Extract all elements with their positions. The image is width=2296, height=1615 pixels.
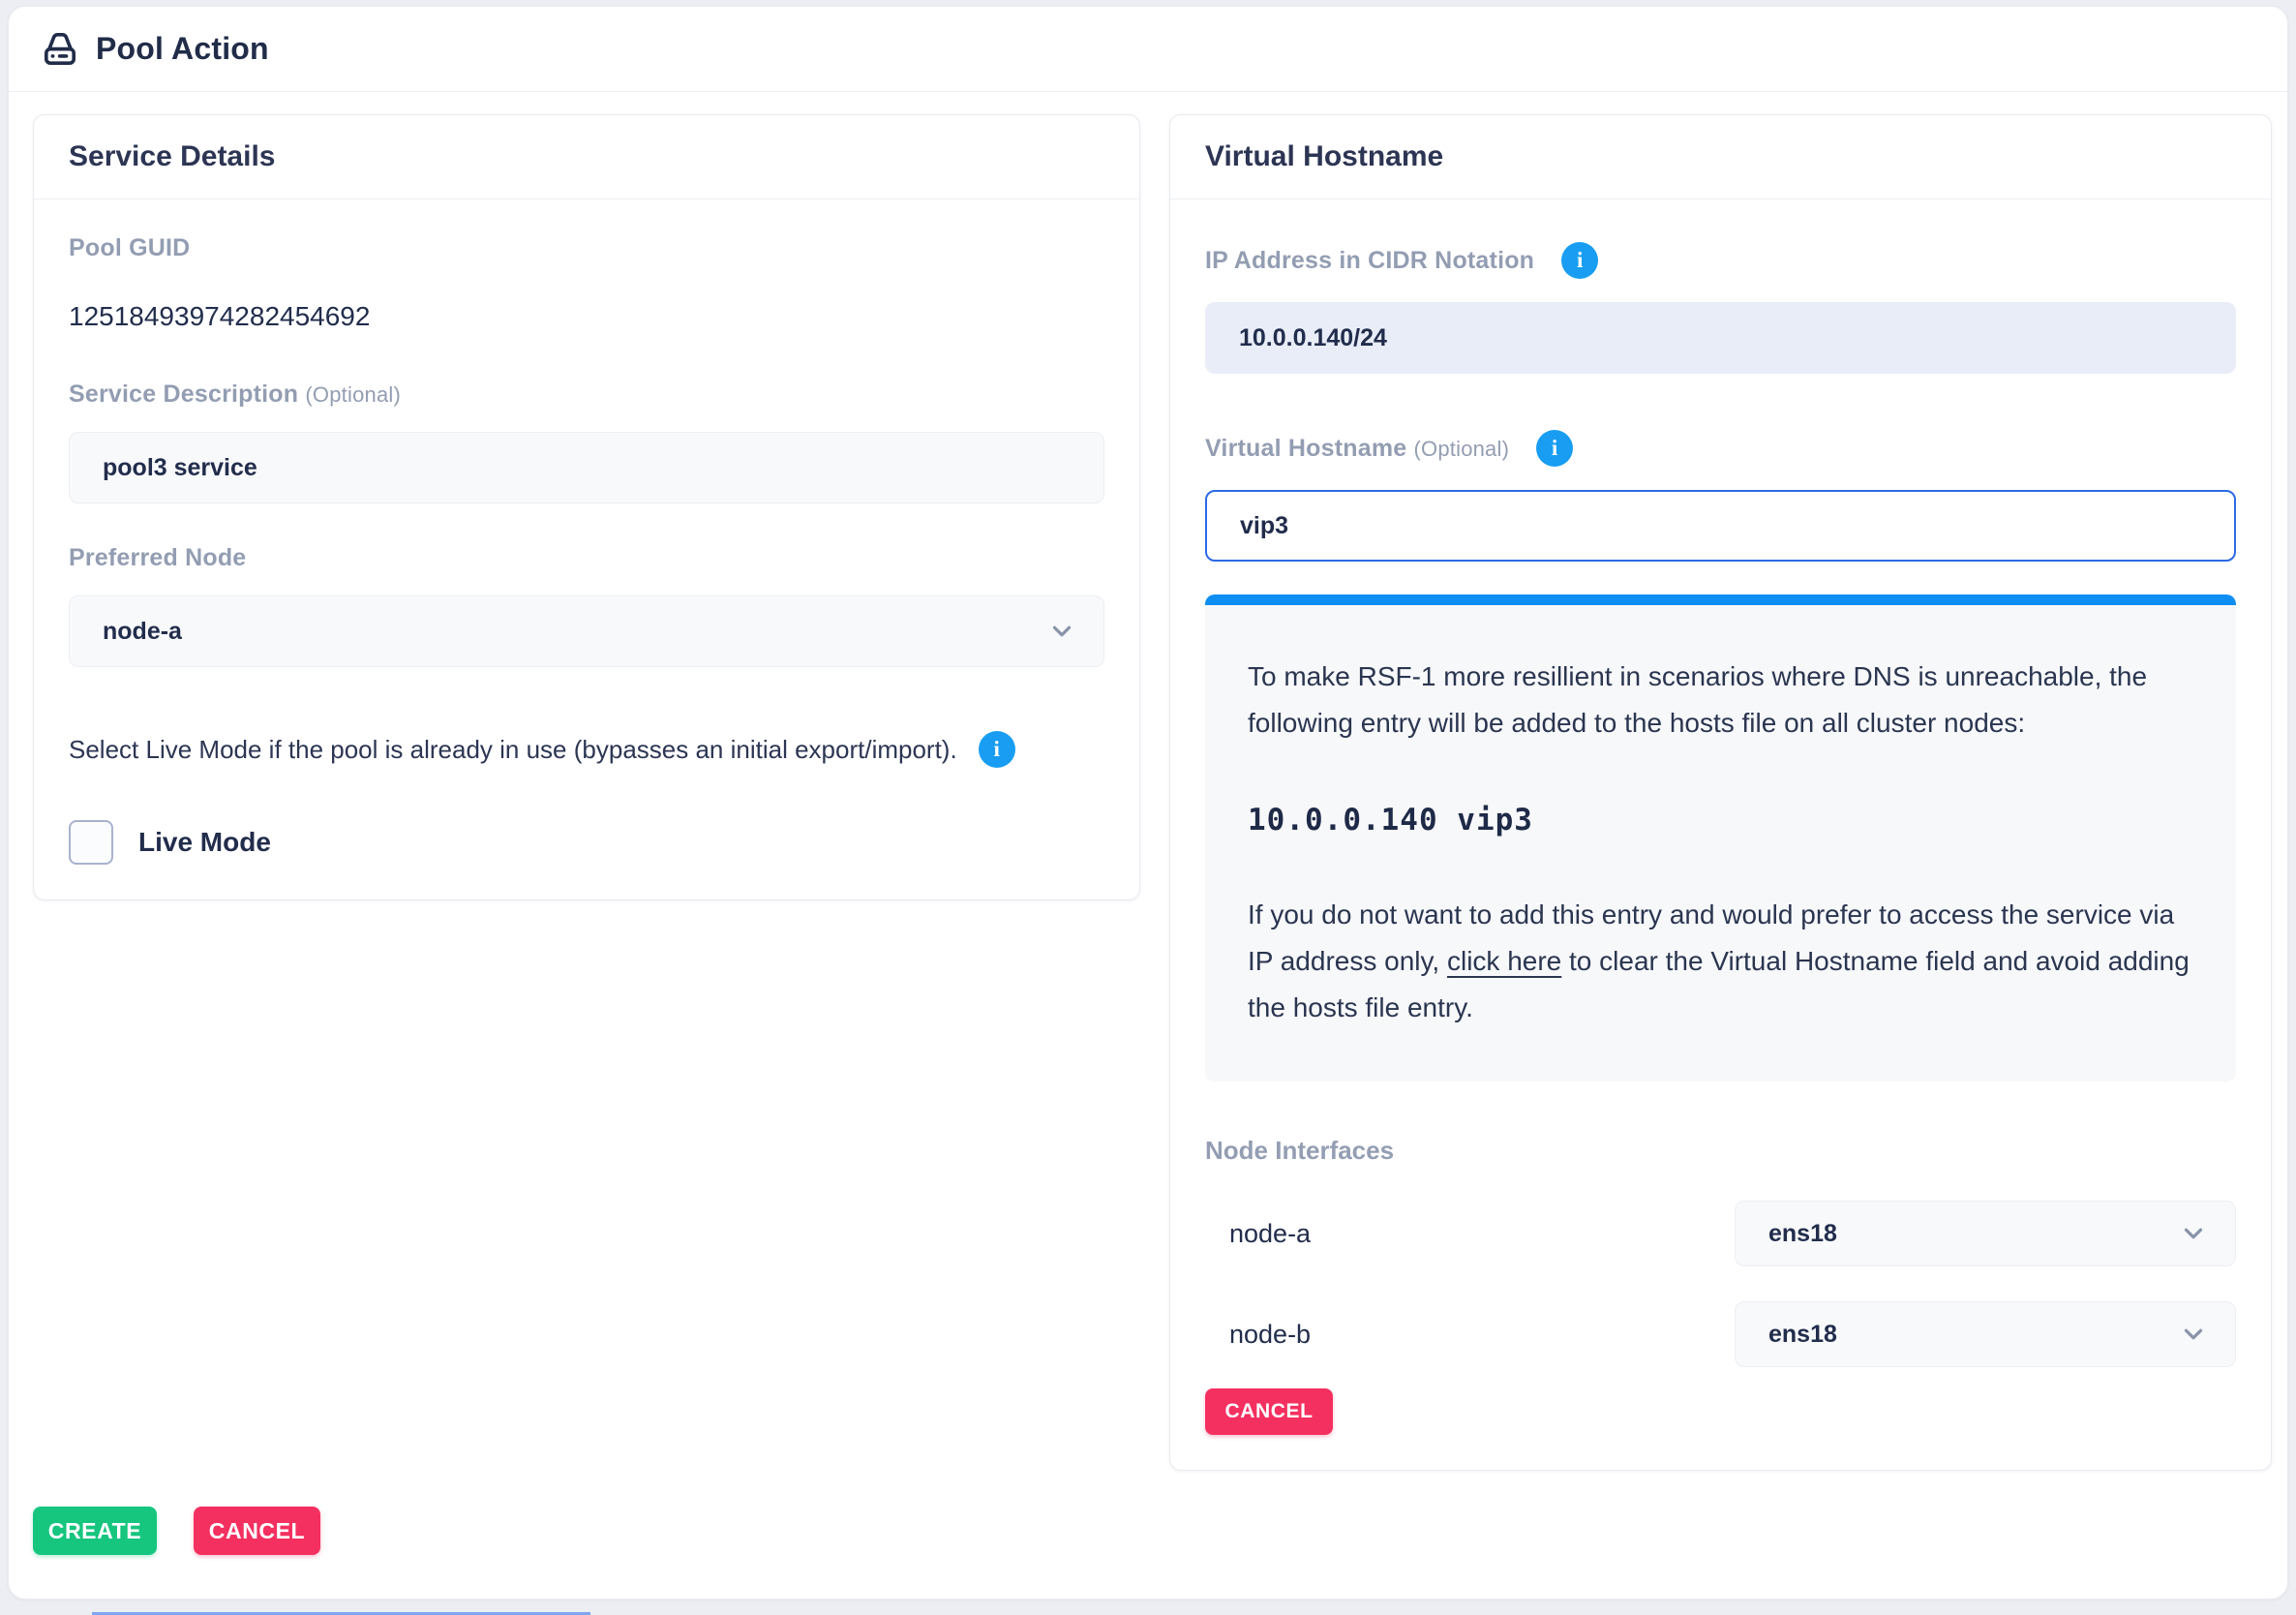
virtual-hostname-card: Virtual Hostname IP Address in CIDR Nota… (1169, 114, 2272, 1471)
node-a-interface-value: ens18 (1768, 1220, 1837, 1248)
preferred-node-value: node-a (103, 618, 182, 646)
virtual-hostname-info-icon[interactable]: i (1536, 430, 1573, 467)
node-a-name: node-a (1205, 1219, 1311, 1249)
create-button[interactable]: CREATE (33, 1507, 157, 1555)
preferred-node-label: Preferred Node (69, 544, 1104, 572)
virtual-hostname-cancel-button[interactable]: CANCEL (1205, 1388, 1333, 1435)
service-details-title: Service Details (69, 140, 1104, 173)
live-mode-label: Live Mode (138, 827, 271, 858)
info-panel-accent-bar (1205, 594, 2236, 605)
node-interface-row-node-b: node-b ens18 (1205, 1301, 2236, 1367)
footer-actions: CREATE CANCEL (9, 1471, 2287, 1555)
node-b-interface-select[interactable]: ens18 (1735, 1301, 2236, 1367)
chevron-down-icon (2179, 1219, 2208, 1248)
optional-suffix: (Optional) (1414, 437, 1510, 461)
hosts-info-paragraph-2: If you do not want to add this entry and… (1248, 892, 2193, 1031)
ip-cidr-info-icon[interactable]: i (1561, 242, 1598, 279)
live-mode-hint: Select Live Mode if the pool is already … (69, 735, 957, 765)
page-header: Pool Action (9, 7, 2287, 92)
node-interfaces-label: Node Interfaces (1205, 1136, 2236, 1166)
ip-cidr-label: IP Address in CIDR Notation (1205, 247, 1534, 275)
service-details-header: Service Details (34, 115, 1139, 199)
live-mode-info-icon[interactable]: i (979, 731, 1015, 768)
node-b-interface-value: ens18 (1768, 1321, 1837, 1349)
pool-guid-label: Pool GUID (69, 234, 1104, 262)
chevron-down-icon (2179, 1320, 2208, 1349)
hosts-file-entry: 10.0.0.140 vip3 (1248, 803, 2193, 838)
service-details-card: Service Details Pool GUID 12518493974282… (33, 114, 1140, 900)
pool-drive-icon (38, 27, 82, 72)
node-b-name: node-b (1205, 1320, 1311, 1350)
optional-suffix: (Optional) (305, 382, 401, 407)
virtual-hostname-title: Virtual Hostname (1205, 140, 2236, 173)
preferred-node-select[interactable]: node-a (69, 595, 1104, 667)
virtual-hostname-header: Virtual Hostname (1170, 115, 2271, 199)
page-title: Pool Action (96, 31, 269, 67)
node-interface-row-node-a: node-a ens18 (1205, 1201, 2236, 1266)
virtual-hostname-label: Virtual Hostname (Optional) (1205, 435, 1509, 463)
service-description-input[interactable] (69, 432, 1104, 503)
hosts-file-info-panel: To make RSF-1 more resillient in scenari… (1205, 594, 2236, 1082)
hosts-info-paragraph-1: To make RSF-1 more resillient in scenari… (1248, 654, 2193, 747)
node-a-interface-select[interactable]: ens18 (1735, 1201, 2236, 1266)
virtual-hostname-input[interactable] (1205, 490, 2236, 562)
app-panel: Pool Action Service Details Pool GUID 12… (8, 6, 2288, 1600)
chevron-down-icon (1047, 617, 1076, 646)
pool-guid-value: 12518493974282454692 (69, 301, 1104, 332)
clear-hostname-link[interactable]: click here (1447, 946, 1561, 976)
live-mode-checkbox[interactable] (69, 820, 113, 865)
ip-cidr-input[interactable] (1205, 302, 2236, 374)
service-description-label: Service Description (Optional) (69, 381, 1104, 409)
footer-cancel-button[interactable]: CANCEL (194, 1507, 320, 1555)
